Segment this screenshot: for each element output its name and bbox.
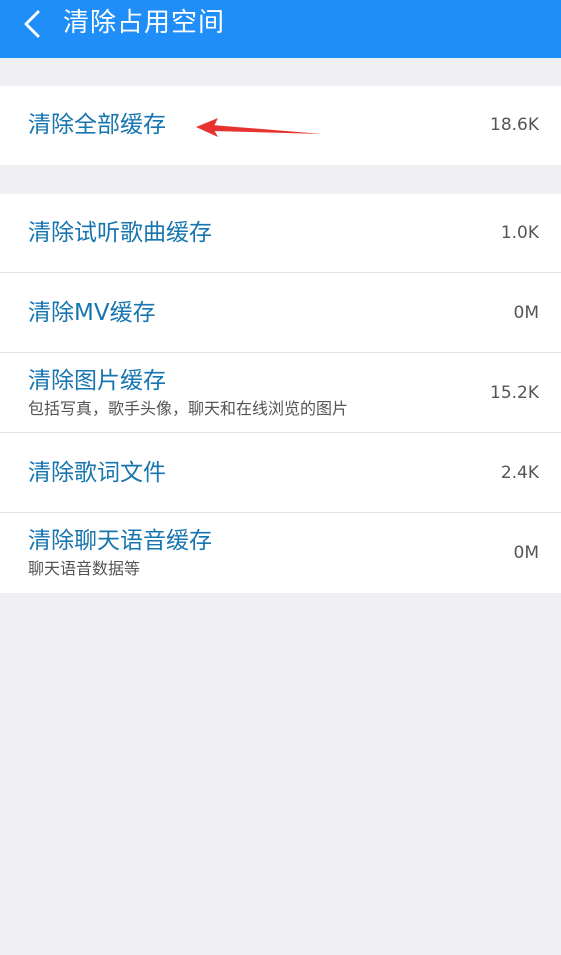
- row-divider: [0, 352, 561, 353]
- clear-lyrics-label: 清除歌词文件: [28, 460, 166, 486]
- row-divider: [0, 432, 561, 433]
- clear-mv-cache-row[interactable]: 清除MV缓存 0M: [0, 274, 561, 353]
- clear-lyrics-size: 2.4K: [500, 463, 539, 483]
- title-bar: 清除占用空间: [0, 0, 561, 58]
- clear-audition-cache-label: 清除试听歌曲缓存: [28, 220, 212, 246]
- clear-image-cache-label: 清除图片缓存: [28, 368, 166, 394]
- clear-voice-chat-cache-row[interactable]: 清除聊天语音缓存 聊天语音数据等 0M: [0, 514, 561, 593]
- clear-voice-chat-cache-size: 0M: [513, 543, 539, 563]
- clear-image-cache-subtitle: 包括写真，歌手头像，聊天和在线浏览的图片: [28, 399, 349, 418]
- clear-mv-cache-label: 清除MV缓存: [28, 300, 156, 326]
- clear-all-cache-label: 清除全部缓存: [28, 112, 166, 138]
- row-divider: [0, 272, 561, 273]
- back-button[interactable]: [16, 6, 52, 42]
- clear-image-cache-row[interactable]: 清除图片缓存 包括写真，歌手头像，聊天和在线浏览的图片 15.2K: [0, 354, 561, 433]
- clear-voice-chat-cache-label: 清除聊天语音缓存: [28, 528, 212, 554]
- cache-list-group: 清除试听歌曲缓存 1.0K 清除MV缓存 0M 清除图片缓存 包括写真，歌手头像…: [0, 194, 561, 593]
- annotation-arrow-icon: [196, 118, 322, 137]
- clear-voice-chat-cache-subtitle: 聊天语音数据等: [28, 559, 141, 578]
- chevron-left-icon: [24, 10, 40, 38]
- row-divider: [0, 512, 561, 513]
- clear-image-cache-size: 15.2K: [490, 383, 539, 403]
- clear-all-cache-size: 18.6K: [490, 115, 539, 135]
- page-title: 清除占用空间: [63, 8, 226, 38]
- clear-audition-cache-row[interactable]: 清除试听歌曲缓存 1.0K: [0, 194, 561, 273]
- clear-mv-cache-size: 0M: [513, 303, 539, 323]
- clear-audition-cache-size: 1.0K: [500, 223, 539, 243]
- clear-lyrics-row[interactable]: 清除歌词文件 2.4K: [0, 434, 561, 513]
